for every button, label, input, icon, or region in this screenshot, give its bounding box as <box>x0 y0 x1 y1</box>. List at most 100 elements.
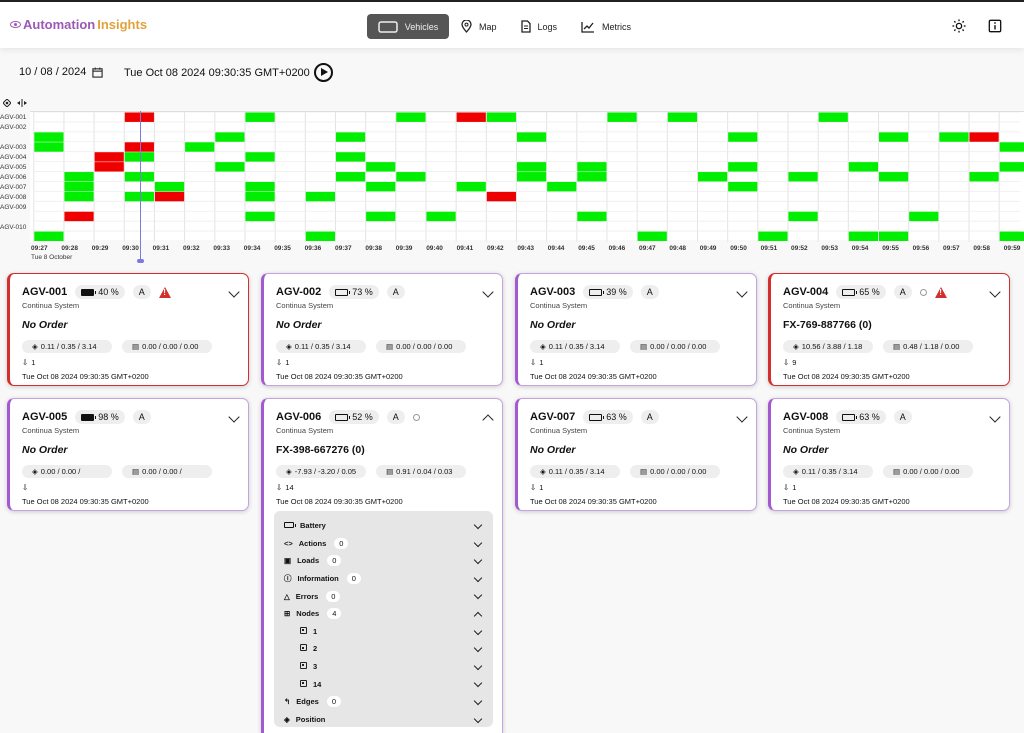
timeline-error-block[interactable] <box>154 191 185 202</box>
node-item-3[interactable]: 3 <box>284 658 483 676</box>
timeline-ok-block[interactable] <box>245 181 275 192</box>
timeline-ok-block[interactable] <box>848 162 878 172</box>
timeline-ok-block[interactable] <box>637 231 667 242</box>
expand-chevron-icon[interactable] <box>473 591 483 600</box>
node-item-2[interactable]: 2 <box>284 640 483 658</box>
timeline-ok-block[interactable] <box>64 172 94 182</box>
timeline-ok-block[interactable] <box>969 172 999 182</box>
expand-chevron-icon[interactable] <box>473 661 483 670</box>
timeline-ok-block[interactable] <box>999 231 1024 242</box>
timeline-ok-block[interactable] <box>154 181 185 192</box>
timeline-error-block[interactable] <box>94 162 124 172</box>
timeline-ok-block[interactable] <box>788 211 818 222</box>
timeline-error-block[interactable] <box>969 132 999 142</box>
timeline-ok-block[interactable] <box>547 181 577 192</box>
timeline-error-block[interactable] <box>486 191 516 202</box>
nav-logs[interactable]: Logs <box>509 14 570 39</box>
brand-logo[interactable]: Automation Insights <box>10 17 147 32</box>
timeline-ok-block[interactable] <box>185 142 215 152</box>
timeline-ok-block[interactable] <box>878 231 909 242</box>
vehicle-timeline[interactable]: AGV-001 AGV-002 AGV-003 AGV-004 AGV-005 AGV-0… <box>0 111 1024 264</box>
info-icon[interactable] <box>988 19 1002 33</box>
timeline-ok-block[interactable] <box>939 132 969 142</box>
date-year[interactable]: 2024 <box>62 66 86 78</box>
details-section-errors[interactable]: △ Errors 0 <box>284 587 483 605</box>
vehicle-card-agv-005[interactable]: AGV-005 98 % A Continua System No Order ◈ 0.00… <box>7 398 249 511</box>
timeline-ok-block[interactable] <box>577 211 607 222</box>
collapse-chevron-icon[interactable] <box>473 611 483 621</box>
timeline-ok-block[interactable] <box>426 211 456 222</box>
timeline-ok-block[interactable] <box>999 142 1024 152</box>
play-button[interactable] <box>314 63 333 82</box>
timeline-ok-block[interactable] <box>215 132 245 142</box>
center-icon[interactable] <box>3 99 11 107</box>
timeline-ok-block[interactable] <box>909 211 939 222</box>
vehicle-card-agv-008[interactable]: AGV-008 63 % A Continua System No Order ◈ 0.11… <box>768 398 1010 511</box>
vehicle-card-agv-003[interactable]: AGV-003 39 % A Continua System No Order ◈ 0.11… <box>515 273 757 386</box>
expand-chevron-icon[interactable] <box>473 573 483 583</box>
timeline-ok-block[interactable] <box>728 162 758 172</box>
expand-chevron-icon[interactable] <box>473 643 483 653</box>
timeline-grid[interactable] <box>30 111 1024 242</box>
timeline-ok-block[interactable] <box>305 231 335 242</box>
timeline-ok-block[interactable] <box>999 162 1024 172</box>
details-section-nodes[interactable]: ⊞ Nodes 4 <box>284 605 483 623</box>
timeline-ok-block[interactable] <box>788 172 818 182</box>
nav-metrics[interactable]: Metrics <box>569 14 643 39</box>
calendar-icon[interactable] <box>92 66 103 78</box>
expand-chevron-icon[interactable] <box>473 520 483 530</box>
details-section-position[interactable]: ◈ Position <box>284 711 483 729</box>
nav-map[interactable]: Map <box>449 14 509 39</box>
timeline-ok-block[interactable] <box>697 172 728 182</box>
expand-chevron-icon[interactable] <box>473 714 483 723</box>
timeline-ok-block[interactable] <box>728 132 758 142</box>
time-cursor[interactable] <box>140 111 141 261</box>
timeline-ok-block[interactable] <box>245 211 275 222</box>
timeline-ok-block[interactable] <box>64 181 94 192</box>
timeline-ok-block[interactable] <box>516 162 547 172</box>
details-section-other[interactable]: □Other <box>284 728 483 733</box>
details-section-edges[interactable]: ↰ Edges 0 <box>284 693 483 711</box>
theme-toggle-sun-icon[interactable] <box>952 19 966 33</box>
timeline-ok-block[interactable] <box>245 152 275 162</box>
vehicle-card-agv-001[interactable]: AGV-001 40 % A Continua System No Order ◈0.11… <box>7 273 249 386</box>
timeline-ok-block[interactable] <box>486 112 516 122</box>
timeline-ok-block[interactable] <box>34 231 64 242</box>
expand-chevron-icon[interactable] <box>473 538 483 547</box>
date-day[interactable]: 10 <box>19 66 31 78</box>
timeline-ok-block[interactable] <box>728 181 758 192</box>
timeline-ok-block[interactable] <box>34 132 64 142</box>
time-cursor-handle[interactable] <box>137 259 144 263</box>
timeline-error-block[interactable] <box>64 211 94 222</box>
vehicle-card-agv-007[interactable]: AGV-007 63 % A Continua System No Order ◈ 0.11… <box>515 398 757 511</box>
timeline-ok-block[interactable] <box>305 191 335 202</box>
timeline-ok-block[interactable] <box>577 172 607 182</box>
date-month[interactable]: 08 <box>40 66 52 78</box>
timeline-ok-block[interactable] <box>34 142 64 152</box>
timeline-ok-block[interactable] <box>818 112 848 122</box>
timeline-ok-block[interactable] <box>667 112 697 122</box>
nav-vehicles[interactable]: Vehicles <box>367 14 449 39</box>
timeline-ok-block[interactable] <box>366 181 396 192</box>
timeline-ok-block[interactable] <box>607 112 637 122</box>
details-section-information[interactable]: ⓘ Information 0 <box>284 570 483 588</box>
timeline-ok-block[interactable] <box>516 172 547 182</box>
timeline-ok-block[interactable] <box>516 132 547 142</box>
timeline-ok-block[interactable] <box>366 162 396 172</box>
details-section-actions[interactable]: <> Actions 0 <box>284 535 483 553</box>
vehicle-card-agv-004[interactable]: AGV-004 65 % A Continua System FX-769-887766… <box>768 273 1010 386</box>
timeline-ok-block[interactable] <box>577 162 607 172</box>
details-section-loads[interactable]: ▣ Loads 0 <box>284 552 483 570</box>
timeline-ok-block[interactable] <box>335 172 366 182</box>
node-item-1[interactable]: 1 <box>284 623 483 641</box>
timeline-ok-block[interactable] <box>366 211 396 222</box>
expand-chevron-icon[interactable] <box>473 555 483 565</box>
timeline-ok-block[interactable] <box>64 191 94 202</box>
timeline-ok-block[interactable] <box>758 231 788 242</box>
timeline-ok-block[interactable] <box>215 162 245 172</box>
expand-horizontal-icon[interactable] <box>17 99 27 107</box>
expand-chevron-icon[interactable] <box>473 696 483 706</box>
timeline-ok-block[interactable] <box>335 152 366 162</box>
node-item-14[interactable]: 14 <box>284 675 483 693</box>
timeline-ok-block[interactable] <box>848 231 878 242</box>
